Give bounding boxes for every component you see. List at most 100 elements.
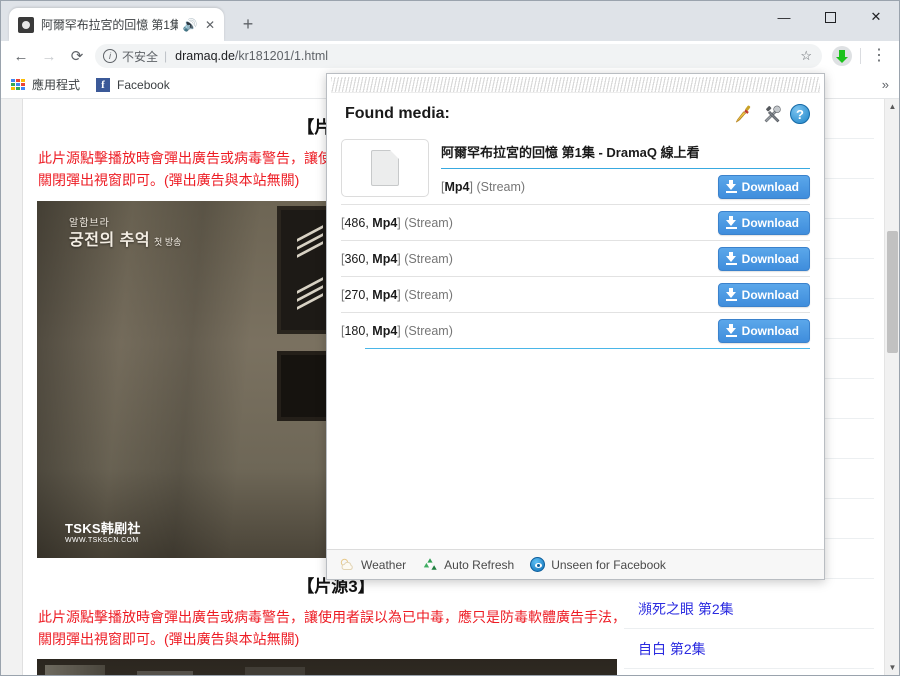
bookmark-facebook-label: Facebook xyxy=(117,77,170,92)
video-poster-2[interactable] xyxy=(37,659,617,675)
browser-tab[interactable]: 阿爾罕布拉宮的回憶 第1集 - 🔊 ✕ xyxy=(9,8,224,41)
scroll-up-arrow-icon[interactable]: ▲ xyxy=(885,99,899,114)
media-row-label: [486, Mp4] (Stream) xyxy=(341,215,453,230)
media-format: Mp4 xyxy=(372,251,398,266)
poster-korean-line1: 알함브라 xyxy=(69,218,110,230)
download-icon xyxy=(725,324,737,337)
media-format: Mp4 xyxy=(372,323,398,338)
help-icon[interactable]: ? xyxy=(790,104,810,124)
media-row-label: [180, Mp4] (Stream) xyxy=(341,323,453,338)
download-arrow-icon xyxy=(836,50,848,63)
poster-decor-door-2 xyxy=(277,351,327,422)
download-button[interactable]: Download xyxy=(717,174,810,199)
sidebar-link-1[interactable]: 瀕死之眼 第2集 xyxy=(624,589,874,629)
media-thumbnail[interactable] xyxy=(341,139,429,197)
section-warning-2: 此片源點擊播放時會彈出廣告或病毒警告，讓使用者誤以為已中毒，應只是防毒軟體廣告手… xyxy=(38,609,626,648)
found-media-list: 阿爾罕布拉宮的回憶 第1集 - DramaQ 線上看 [Mp4] (Stream… xyxy=(327,135,824,549)
broom-icon[interactable] xyxy=(734,104,754,124)
tab-strip: 阿爾罕布拉宮的回憶 第1集 - 🔊 ✕ + xyxy=(9,8,262,41)
tab-close-icon[interactable]: ✕ xyxy=(202,17,218,33)
bookmark-star-icon[interactable]: ☆ xyxy=(800,48,812,64)
eye-icon xyxy=(530,557,546,572)
footer-label-weather: Weather xyxy=(361,557,407,572)
media-quality: 270, xyxy=(344,287,373,302)
forward-button[interactable]: → xyxy=(35,42,63,70)
video-poster-1[interactable]: 알함브라 궁전의 추억 첫 방송 TSKS韩剧社 WWW.TSKSCN.COM xyxy=(37,201,327,559)
url-path: /kr181201/1.html xyxy=(234,49,329,63)
download-button[interactable]: Download xyxy=(717,246,810,271)
media-quality: 180, xyxy=(344,323,373,338)
chrome-menu-button[interactable]: ⋮ xyxy=(865,42,893,70)
media-row: [Mp4] (Stream) Download xyxy=(441,168,810,204)
scrollbar-thumb[interactable] xyxy=(887,231,898,353)
poster-watermark-url: WWW.TSKSCN.COM xyxy=(65,537,139,545)
media-row: [270, Mp4] (Stream) Download xyxy=(341,276,810,312)
footer-item-auto-refresh[interactable]: Auto Refresh xyxy=(422,557,514,572)
page-scrollbar[interactable]: ▲ ▼ xyxy=(884,99,899,675)
apps-grid-icon xyxy=(11,79,25,90)
tools-icon[interactable] xyxy=(762,104,782,124)
footer-item-weather[interactable]: Weather xyxy=(339,558,406,572)
sidebar-link-2[interactable]: 自白 第2集 xyxy=(624,629,874,669)
maximize-button[interactable] xyxy=(807,1,853,33)
address-bar[interactable]: i 不安全 | dramaq.de/kr181201/1.html ☆ xyxy=(95,44,822,68)
reload-button[interactable]: ⟳ xyxy=(63,42,91,70)
sidebar-link-3[interactable] xyxy=(624,669,874,675)
bookmarks-overflow-button[interactable]: » xyxy=(882,77,889,92)
download-button-label: Download xyxy=(741,179,799,194)
media-quality: 360, xyxy=(344,251,373,266)
poster-watermark: TSKS韩剧社 WWW.TSKSCN.COM xyxy=(65,518,141,544)
found-media-popup: Found media: ? 阿爾罕布拉宮的回憶 第1集 - DramaQ 線上… xyxy=(326,73,825,580)
media-stream-label: (Stream) xyxy=(404,251,453,266)
media-stream-label: (Stream) xyxy=(404,323,453,338)
media-row: [486, Mp4] (Stream) Download xyxy=(341,204,810,240)
poster-korean-line3: 첫 방송 xyxy=(154,236,182,247)
security-status-label: 不安全 xyxy=(122,49,159,64)
media-row: [360, Mp4] (Stream) Download xyxy=(341,240,810,276)
media-title: 阿爾罕布拉宮的回憶 第1集 - DramaQ 線上看 xyxy=(441,145,700,160)
download-button-label: Download xyxy=(741,323,799,338)
title-bar: 阿爾罕布拉宮的回憶 第1集 - 🔊 ✕ + — ✕ xyxy=(1,1,899,41)
window-controls: — ✕ xyxy=(761,1,899,33)
back-button[interactable]: ← xyxy=(7,42,35,70)
downloads-button[interactable] xyxy=(828,42,856,70)
tab-audio-icon[interactable]: 🔊 xyxy=(182,17,198,33)
scroll-down-arrow-icon[interactable]: ▼ xyxy=(885,660,899,675)
facebook-icon: f xyxy=(96,77,111,92)
site-info-icon[interactable]: i xyxy=(103,49,117,63)
popup-footer: Weather Auto Refresh Unseen for Facebook xyxy=(327,549,824,579)
media-entry-primary: 阿爾罕布拉宮的回憶 第1集 - DramaQ 線上看 [Mp4] (Stream… xyxy=(327,135,824,204)
footer-label-auto-refresh: Auto Refresh xyxy=(444,557,515,572)
bookmark-apps[interactable]: 應用程式 xyxy=(11,76,80,93)
bookmark-apps-label: 應用程式 xyxy=(32,78,81,92)
bookmark-facebook[interactable]: f Facebook xyxy=(96,77,170,92)
minimize-button[interactable]: — xyxy=(761,1,807,33)
poster-watermark-name: TSKS韩剧社 xyxy=(65,521,141,537)
media-row-label: [Mp4] (Stream) xyxy=(441,179,526,194)
media-entry-details: 阿爾罕布拉宮的回憶 第1集 - DramaQ 線上看 [Mp4] (Stream… xyxy=(441,139,810,204)
popup-drag-handle[interactable] xyxy=(331,77,820,93)
popup-header-icons: ? xyxy=(734,104,810,124)
footer-item-unseen-facebook[interactable]: Unseen for Facebook xyxy=(530,557,666,572)
toolbar-divider xyxy=(860,48,861,64)
document-placeholder-icon xyxy=(371,150,399,186)
media-row-label: [270, Mp4] (Stream) xyxy=(341,287,453,302)
media-quality: 486, xyxy=(344,215,373,230)
media-stream-label: (Stream) xyxy=(404,287,453,302)
download-button[interactable]: Download xyxy=(717,282,810,307)
media-row: [180, Mp4] (Stream) Download xyxy=(341,312,810,348)
close-button[interactable]: ✕ xyxy=(853,1,899,33)
weather-icon xyxy=(339,558,355,572)
list-end-divider xyxy=(365,348,810,349)
recycle-icon xyxy=(422,557,438,572)
download-icon xyxy=(725,252,737,265)
browser-toolbar: ← → ⟳ i 不安全 | dramaq.de/kr181201/1.html … xyxy=(1,41,899,71)
new-tab-button[interactable]: + xyxy=(234,10,262,38)
download-icon xyxy=(725,180,737,193)
download-button[interactable]: Download xyxy=(717,318,810,343)
footer-label-unseen-facebook: Unseen for Facebook xyxy=(551,557,666,572)
download-button[interactable]: Download xyxy=(717,210,810,235)
download-button-label: Download xyxy=(741,215,799,230)
sidebar-link-list: 瀕死之眼 第2集 自白 第2集 xyxy=(624,589,874,675)
tab-title: 阿爾罕布拉宮的回憶 第1集 - xyxy=(41,18,178,32)
